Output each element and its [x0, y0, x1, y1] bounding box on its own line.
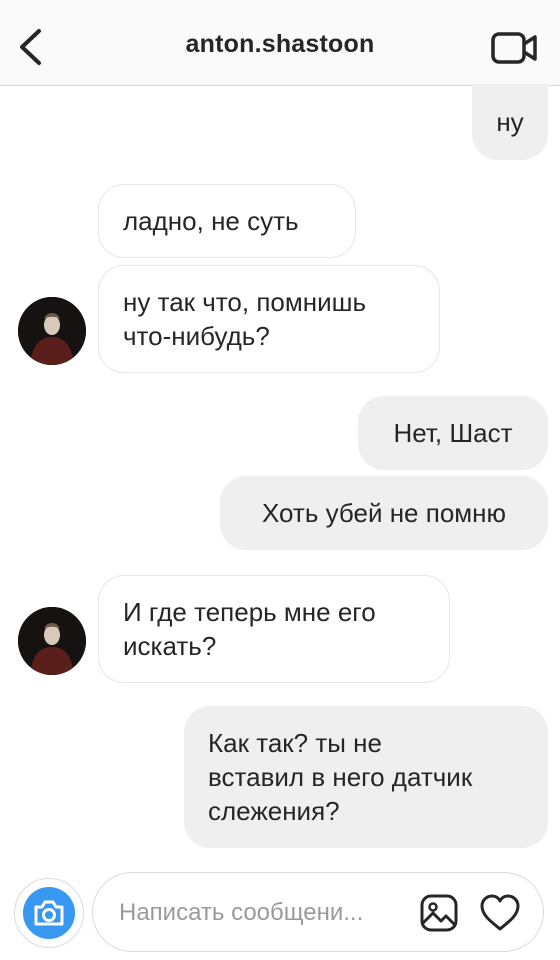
video-call-button[interactable] — [490, 28, 540, 68]
video-camera-icon — [491, 32, 537, 64]
gallery-icon — [420, 894, 458, 932]
chat-header: anton.shastoon — [0, 0, 560, 86]
message-bubble-outgoing[interactable]: Как так? ты не вставил в него датчик сле… — [184, 706, 548, 848]
message-bubble-outgoing[interactable]: ну — [472, 84, 548, 160]
camera-icon — [34, 900, 64, 926]
message-bubble-incoming[interactable]: ну так что, помнишь что-нибудь? — [98, 265, 440, 373]
avatar[interactable] — [18, 607, 86, 675]
message-bubble-outgoing[interactable]: Нет, Шаст — [358, 396, 548, 470]
chat-screen: anton.shastoon ну ладно, не суть ну так … — [0, 0, 560, 960]
message-bubble-incoming[interactable]: И где теперь мне его искать? — [98, 575, 450, 683]
chat-title[interactable]: anton.shastoon — [0, 30, 560, 59]
message-bubble-outgoing[interactable]: Хоть убей не помню — [220, 476, 548, 550]
contact-photo-icon — [18, 297, 86, 365]
message-bubble-incoming[interactable]: ладно, не суть — [98, 184, 356, 258]
like-button[interactable] — [479, 893, 521, 933]
heart-icon — [480, 894, 520, 931]
camera-button[interactable] — [14, 878, 84, 948]
camera-button-fill — [23, 887, 75, 939]
message-composer: Написать сообщени... — [92, 872, 544, 952]
message-input[interactable]: Написать сообщени... — [119, 873, 409, 953]
avatar[interactable] — [18, 297, 86, 365]
gallery-button[interactable] — [419, 893, 459, 933]
contact-photo-icon — [18, 607, 86, 675]
